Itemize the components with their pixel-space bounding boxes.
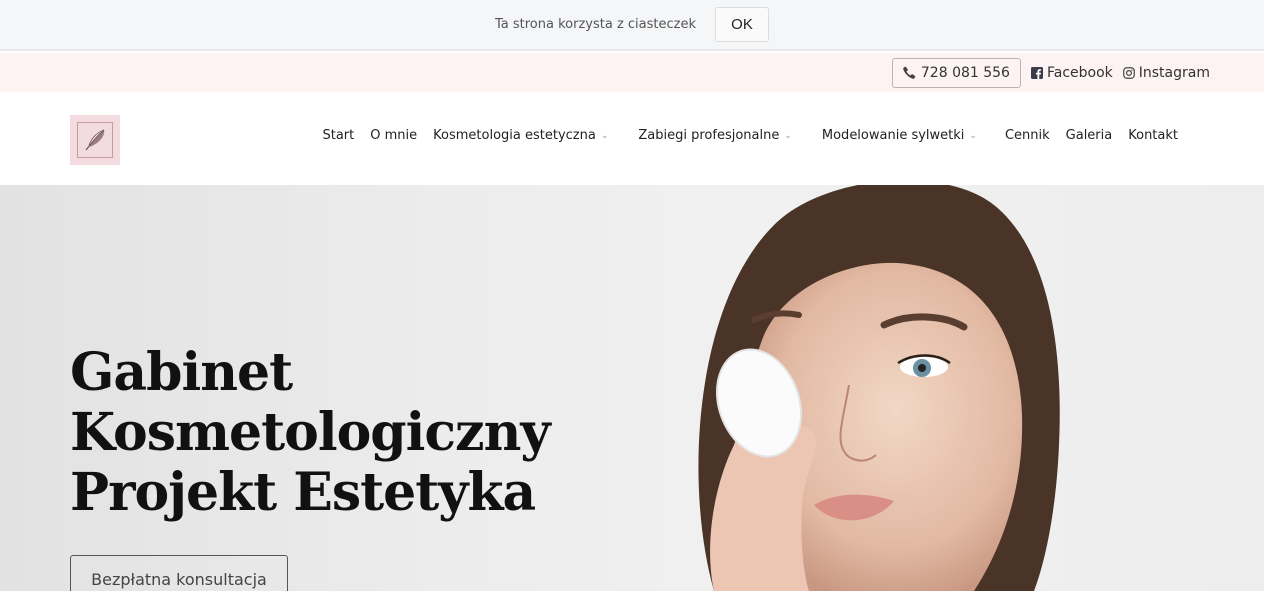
nav-zabiegi[interactable]: Zabiegi profesjonalne ⌄ [630,128,800,143]
cookie-text: Ta strona korzysta z ciasteczek [494,17,696,32]
chevron-down-icon: ⌄ [784,130,792,141]
phone-icon [903,66,916,79]
contact-bar: 728 081 556 Facebook Instagram [0,53,1264,92]
hero-title-line-2: Kosmetologiczny [70,402,551,463]
nav-galeria[interactable]: Galeria [1058,128,1121,143]
logo-frame [77,122,113,158]
free-consultation-button[interactable]: Bezpłatna konsultacja [70,555,288,591]
nav-modelowanie[interactable]: Modelowanie sylwetki ⌄ [814,128,985,143]
instagram-label: Instagram [1138,64,1210,81]
logo[interactable] [70,115,120,165]
hero-title-line-3: Projekt Estetyka [70,462,536,523]
feather-icon [85,129,105,151]
facebook-icon [1030,66,1043,79]
nav-o-mnie[interactable]: O mnie [362,128,425,143]
facebook-link[interactable]: Facebook [1030,64,1113,81]
cookie-bar: Ta strona korzysta z ciasteczek OK [0,0,1264,51]
instagram-link[interactable]: Instagram [1122,64,1210,81]
nav-kontakt[interactable]: Kontakt [1120,128,1186,143]
chevron-down-icon: ⌄ [600,130,609,141]
hero-title-line-1: Gabinet [70,342,293,403]
facebook-label: Facebook [1046,64,1113,81]
nav-start[interactable]: Start [314,128,362,143]
hero-section: Gabinet Kosmetologiczny Projekt Estetyka… [0,185,1264,591]
cookie-ok-button[interactable]: OK [715,7,769,42]
phone-number: 728 081 556 [920,64,1010,81]
hero-woman-image [698,185,1060,591]
site-header: Start O mnie Kosmetologia estetyczna ⌄ Za… [0,92,1264,185]
nav-kosmetologia[interactable]: Kosmetologia estetyczna ⌄ [425,128,616,143]
phone-button[interactable]: 728 081 556 [891,57,1021,88]
instagram-icon [1122,66,1135,79]
main-nav: Start O mnie Kosmetologia estetyczna ⌄ Za… [314,128,1186,143]
chevron-down-icon: ⌄ [969,130,977,141]
hero-title: Gabinet Kosmetologiczny Projekt Estetyka [70,342,551,523]
nav-cennik[interactable]: Cennik [997,128,1058,143]
